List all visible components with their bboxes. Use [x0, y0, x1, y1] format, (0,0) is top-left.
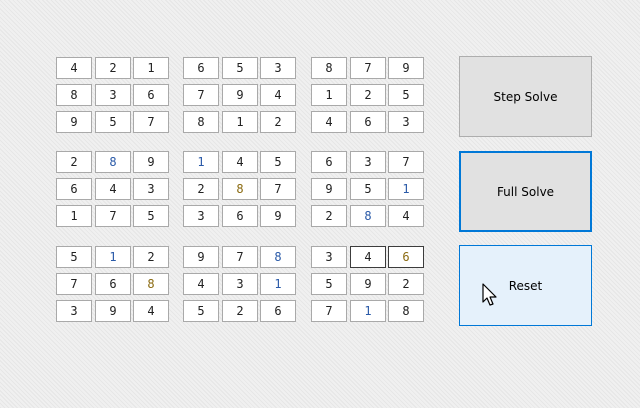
- sudoku-cell-r8c1[interactable]: 7: [56, 273, 92, 295]
- sudoku-cell-r4c6[interactable]: 5: [260, 151, 296, 173]
- sudoku-cell-r6c7[interactable]: 2: [311, 205, 347, 227]
- mouse-cursor-icon: [482, 283, 497, 306]
- sudoku-cell-r2c9[interactable]: 5: [388, 84, 424, 106]
- sudoku-cell-r8c6[interactable]: 1: [260, 273, 296, 295]
- sudoku-cell-r1c4[interactable]: 6: [183, 57, 219, 79]
- sudoku-cell-r3c2[interactable]: 5: [95, 111, 131, 133]
- sudoku-cell-r9c6[interactable]: 6: [260, 300, 296, 322]
- sudoku-cell-r1c3[interactable]: 1: [133, 57, 169, 79]
- sudoku-cell-r8c7[interactable]: 5: [311, 273, 347, 295]
- sudoku-cell-r3c1[interactable]: 9: [56, 111, 92, 133]
- sudoku-cell-r2c6[interactable]: 4: [260, 84, 296, 106]
- sudoku-cell-r7c7[interactable]: 3: [311, 246, 347, 268]
- full-solve-button[interactable]: Full Solve: [459, 151, 592, 232]
- sudoku-cell-r2c8[interactable]: 2: [350, 84, 386, 106]
- sudoku-cell-r9c1[interactable]: 3: [56, 300, 92, 322]
- sudoku-cell-r4c4[interactable]: 1: [183, 151, 219, 173]
- sudoku-cell-r1c8[interactable]: 7: [350, 57, 386, 79]
- sudoku-cell-r6c1[interactable]: 1: [56, 205, 92, 227]
- sudoku-cell-r5c2[interactable]: 4: [95, 178, 131, 200]
- sudoku-cell-r4c7[interactable]: 6: [311, 151, 347, 173]
- sudoku-cell-r3c4[interactable]: 8: [183, 111, 219, 133]
- sudoku-cell-r9c3[interactable]: 4: [133, 300, 169, 322]
- sudoku-cell-r4c5[interactable]: 4: [222, 151, 258, 173]
- sudoku-cell-r9c7[interactable]: 7: [311, 300, 347, 322]
- sudoku-cell-r6c4[interactable]: 3: [183, 205, 219, 227]
- sudoku-cell-r2c3[interactable]: 6: [133, 84, 169, 106]
- sudoku-cell-r4c8[interactable]: 3: [350, 151, 386, 173]
- sudoku-cell-r3c9[interactable]: 3: [388, 111, 424, 133]
- sudoku-cell-r4c9[interactable]: 7: [388, 151, 424, 173]
- sudoku-cell-r8c2[interactable]: 6: [95, 273, 131, 295]
- sudoku-cell-r7c5[interactable]: 7: [222, 246, 258, 268]
- sudoku-cell-r5c9[interactable]: 1: [388, 178, 424, 200]
- sudoku-cell-r7c4[interactable]: 9: [183, 246, 219, 268]
- sudoku-cell-r1c9[interactable]: 9: [388, 57, 424, 79]
- sudoku-cell-r3c6[interactable]: 2: [260, 111, 296, 133]
- sudoku-cell-r9c8[interactable]: 1: [350, 300, 386, 322]
- sudoku-cell-r6c3[interactable]: 5: [133, 205, 169, 227]
- sudoku-cell-r7c2[interactable]: 1: [95, 246, 131, 268]
- sudoku-cell-r4c1[interactable]: 2: [56, 151, 92, 173]
- sudoku-cell-r8c5[interactable]: 3: [222, 273, 258, 295]
- sudoku-cell-r6c5[interactable]: 6: [222, 205, 258, 227]
- reset-button[interactable]: Reset: [459, 245, 592, 326]
- sudoku-cell-r2c4[interactable]: 7: [183, 84, 219, 106]
- sudoku-cell-r8c3[interactable]: 8: [133, 273, 169, 295]
- sudoku-cell-r3c8[interactable]: 6: [350, 111, 386, 133]
- sudoku-cell-r2c2[interactable]: 3: [95, 84, 131, 106]
- sudoku-cell-r3c3[interactable]: 7: [133, 111, 169, 133]
- sudoku-cell-r5c7[interactable]: 9: [311, 178, 347, 200]
- sudoku-cell-r5c4[interactable]: 2: [183, 178, 219, 200]
- sudoku-cell-r9c5[interactable]: 2: [222, 300, 258, 322]
- sudoku-cell-r4c3[interactable]: 9: [133, 151, 169, 173]
- sudoku-cell-r3c7[interactable]: 4: [311, 111, 347, 133]
- sudoku-cell-r1c5[interactable]: 5: [222, 57, 258, 79]
- sudoku-cell-r7c8[interactable]: 4: [350, 246, 386, 268]
- sudoku-cell-r5c6[interactable]: 7: [260, 178, 296, 200]
- sudoku-cell-r8c4[interactable]: 4: [183, 273, 219, 295]
- sudoku-cell-r9c4[interactable]: 5: [183, 300, 219, 322]
- sudoku-cell-r8c9[interactable]: 2: [388, 273, 424, 295]
- sudoku-cell-r1c7[interactable]: 8: [311, 57, 347, 79]
- sudoku-cell-r1c2[interactable]: 2: [95, 57, 131, 79]
- sudoku-cell-r6c9[interactable]: 4: [388, 205, 424, 227]
- sudoku-cell-r1c1[interactable]: 4: [56, 57, 92, 79]
- sudoku-cell-r6c2[interactable]: 7: [95, 205, 131, 227]
- sudoku-cell-r2c7[interactable]: 1: [311, 84, 347, 106]
- sudoku-cell-r4c2[interactable]: 8: [95, 151, 131, 173]
- sudoku-cell-r7c1[interactable]: 5: [56, 246, 92, 268]
- sudoku-cell-r3c5[interactable]: 1: [222, 111, 258, 133]
- sudoku-cell-r6c8[interactable]: 8: [350, 205, 386, 227]
- sudoku-cell-r5c8[interactable]: 5: [350, 178, 386, 200]
- sudoku-cell-r7c9[interactable]: 6: [388, 246, 424, 268]
- sudoku-cell-r1c6[interactable]: 3: [260, 57, 296, 79]
- sudoku-cell-r5c1[interactable]: 6: [56, 178, 92, 200]
- sudoku-cell-r9c9[interactable]: 8: [388, 300, 424, 322]
- sudoku-cell-r9c2[interactable]: 9: [95, 300, 131, 322]
- sudoku-cell-r5c5[interactable]: 8: [222, 178, 258, 200]
- sudoku-cell-r2c1[interactable]: 8: [56, 84, 92, 106]
- sudoku-cell-r5c3[interactable]: 3: [133, 178, 169, 200]
- sudoku-cell-r8c8[interactable]: 9: [350, 273, 386, 295]
- sudoku-cell-r6c6[interactable]: 9: [260, 205, 296, 227]
- sudoku-cell-r2c5[interactable]: 9: [222, 84, 258, 106]
- sudoku-cell-r7c3[interactable]: 2: [133, 246, 169, 268]
- sudoku-cell-r7c6[interactable]: 8: [260, 246, 296, 268]
- step-solve-button[interactable]: Step Solve: [459, 56, 592, 137]
